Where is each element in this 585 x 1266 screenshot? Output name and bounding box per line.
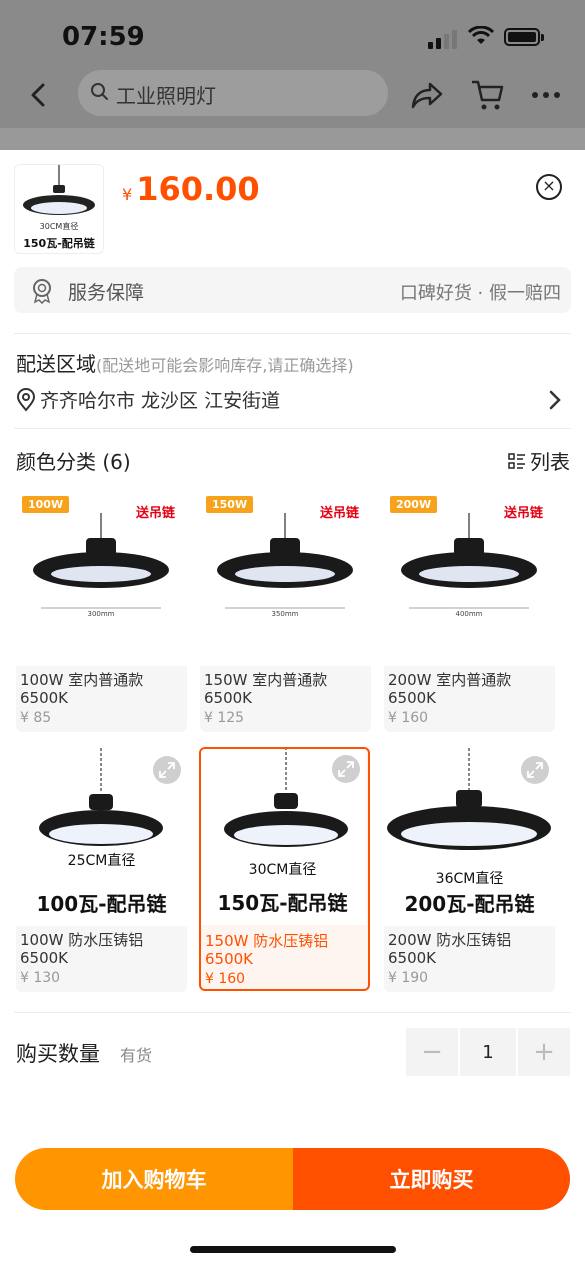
- buy-now-button[interactable]: 立即购买: [293, 1148, 570, 1210]
- variant-price: ¥ 125: [204, 710, 245, 726]
- list-view-toggle[interactable]: 列表: [508, 446, 570, 475]
- variant-image: 36CM直径 200瓦-配吊链: [384, 748, 555, 926]
- search-icon: [91, 83, 108, 100]
- variant-subtitle: 6500K: [204, 689, 253, 707]
- variant-title: 150W 室内普通款: [204, 671, 328, 689]
- service-detail: 口碑好货 · 假一赔四: [399, 283, 561, 304]
- address-text: 齐齐哈尔市 龙沙区 江安街道: [40, 390, 281, 412]
- tabs-behind-overlay: [0, 128, 585, 150]
- quantity-value[interactable]: 1: [460, 1028, 516, 1076]
- variant-subtitle: 6500K: [205, 950, 254, 968]
- lamp-image: [224, 749, 348, 847]
- lamp-image: 350mm: [217, 513, 353, 618]
- variant-image: 100W 送吊链 300mm: [16, 488, 187, 666]
- list-view-label: 列表: [530, 450, 570, 474]
- more-icon[interactable]: [532, 92, 560, 98]
- variant-card[interactable]: 100W 送吊链 300mm 100W 室内普通款 6500K ¥ 85: [16, 488, 187, 732]
- delivery-title-text: 配送区域: [16, 352, 96, 376]
- variant-image: 150W 送吊链 350mm: [200, 488, 371, 666]
- increase-button[interactable]: +: [518, 1028, 570, 1076]
- dimension-label: 300mm: [88, 610, 115, 618]
- variant-title: 200W 室内普通款: [388, 671, 512, 689]
- diameter-label: 36CM直径: [435, 871, 504, 887]
- color-category-title: 颜色分类 (6): [16, 450, 131, 474]
- variant-title: 150W 防水压铸铝: [205, 932, 329, 950]
- decrease-button[interactable]: −: [406, 1028, 458, 1076]
- divider: [14, 428, 571, 429]
- location-pin-icon: [16, 387, 36, 412]
- dimension-label: 350mm: [272, 610, 299, 618]
- variant-title: 200W 防水压铸铝: [388, 931, 512, 949]
- variant-subtitle: 6500K: [388, 949, 437, 967]
- cellular-signal-icon: [428, 30, 457, 49]
- variant-image: 25CM直径 100瓦-配吊链: [16, 748, 187, 926]
- image-caption: 200瓦-配吊链: [404, 892, 535, 916]
- image-caption: 150瓦-配吊链: [217, 891, 348, 915]
- cart-icon[interactable]: [470, 78, 506, 112]
- quantity-stepper: − 1 +: [406, 1028, 570, 1076]
- image-caption: 100瓦-配吊链: [36, 892, 167, 916]
- lamp-image: 400mm: [401, 513, 537, 618]
- guarantee-badge-icon: [33, 279, 51, 304]
- dimension-label: 400mm: [456, 610, 483, 618]
- list-view-icon: [508, 452, 525, 469]
- delivery-address[interactable]: 齐齐哈尔市 龙沙区 江安街道: [16, 386, 280, 413]
- divider: [14, 333, 571, 334]
- diameter-label: 30CM直径: [248, 862, 317, 878]
- variant-card[interactable]: 200W 送吊链 400mm 200W 室内普通款 6500K ¥ 160: [384, 488, 555, 732]
- lamp-image: [23, 165, 95, 215]
- price-currency: ¥: [122, 185, 133, 204]
- lamp-image: 300mm: [33, 513, 169, 618]
- variant-subtitle: 6500K: [20, 949, 69, 967]
- price-value: 160.00: [136, 170, 260, 208]
- share-icon[interactable]: [410, 80, 444, 110]
- service-label: 服务保障: [68, 282, 145, 304]
- nav-bar: 工业照明灯: [0, 70, 585, 120]
- sku-sheet: 30CM直径 150瓦-配吊链 ¥160.00 × 服务保障 口碑好货 · 假一…: [0, 150, 585, 1266]
- lamp-image: [39, 748, 163, 846]
- variant-price: ¥ 190: [388, 970, 429, 986]
- variant-card[interactable]: 150W 送吊链 350mm 150W 室内普通款 6500K ¥ 125: [200, 488, 371, 732]
- close-icon[interactable]: ×: [536, 174, 562, 200]
- back-arrow-icon[interactable]: [28, 82, 48, 108]
- battery-icon: [504, 28, 544, 46]
- variant-image: 200W 送吊链 400mm: [384, 488, 555, 666]
- search-input[interactable]: 工业照明灯: [78, 70, 388, 116]
- quantity-label: 购买数量: [16, 1042, 100, 1066]
- action-buttons: 加入购物车 立即购买: [15, 1148, 570, 1210]
- home-indicator[interactable]: [190, 1246, 396, 1253]
- divider: [14, 1012, 571, 1013]
- variant-price: ¥ 160: [205, 971, 246, 987]
- variant-card[interactable]: 36CM直径 200瓦-配吊链 200W 防水压铸铝 6500K ¥ 190: [384, 748, 555, 992]
- variant-title: 100W 防水压铸铝: [20, 931, 144, 949]
- diameter-label: 25CM直径: [67, 853, 136, 869]
- variant-title: 100W 室内普通款: [20, 671, 144, 689]
- wifi-icon: [468, 26, 494, 44]
- service-guarantee[interactable]: 服务保障 口碑好货 · 假一赔四: [14, 267, 571, 313]
- variant-card-selected[interactable]: 30CM直径 150瓦-配吊链 150W 防水压铸铝 6500K ¥ 160: [199, 747, 370, 991]
- thumb-diameter: 30CM直径: [39, 222, 79, 231]
- thumb-caption: 150瓦-配吊链: [23, 237, 95, 250]
- variant-card[interactable]: 25CM直径 100瓦-配吊链 100W 防水压铸铝 6500K ¥ 130: [16, 748, 187, 992]
- stock-status: 有货: [120, 1046, 153, 1065]
- delivery-note: (配送地可能会影响库存,请正确选择): [96, 356, 354, 375]
- variant-subtitle: 6500K: [20, 689, 69, 707]
- status-time: 07:59: [62, 22, 145, 52]
- variant-price: ¥ 130: [20, 970, 61, 986]
- status-bar: 07:59: [0, 0, 585, 72]
- selected-variant-thumbnail[interactable]: 30CM直径 150瓦-配吊链: [14, 164, 104, 254]
- chevron-right-icon[interactable]: [548, 390, 562, 410]
- variant-price: ¥ 160: [388, 710, 429, 726]
- add-to-cart-button[interactable]: 加入购物车: [15, 1148, 293, 1210]
- variant-price: ¥ 85: [20, 710, 52, 726]
- price: ¥160.00: [122, 170, 260, 208]
- lamp-image: [387, 748, 551, 850]
- delivery-title: 配送区域(配送地可能会影响库存,请正确选择): [16, 348, 354, 377]
- variant-subtitle: 6500K: [388, 689, 437, 707]
- variant-image: 30CM直径 150瓦-配吊链: [201, 749, 366, 925]
- search-text: 工业照明灯: [116, 84, 216, 108]
